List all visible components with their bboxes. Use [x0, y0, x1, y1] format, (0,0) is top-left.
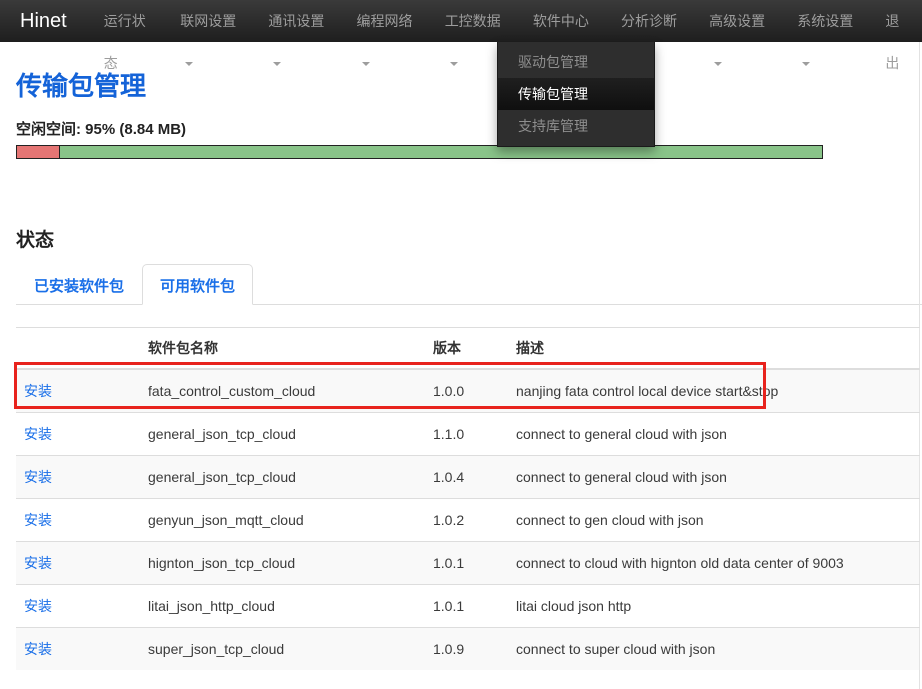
package-description: connect to gen cloud with json — [508, 499, 920, 542]
install-link[interactable]: 安装 — [24, 426, 52, 442]
package-description: nanjing fata control local device start&… — [508, 369, 920, 413]
nav-item[interactable]: 系统设置 — [782, 0, 870, 42]
header-version: 版本 — [425, 328, 508, 370]
package-version: 1.0.2 — [425, 499, 508, 542]
nav-item-label: 分析诊断 — [621, 13, 677, 29]
table-row: 安装 general_json_tcp_cloud 1.0.4 connect … — [16, 456, 920, 499]
install-link[interactable]: 安装 — [24, 598, 52, 614]
nav-item-label: 高级设置 — [709, 13, 765, 29]
table-row: 安装 litai_json_http_cloud 1.0.1 litai clo… — [16, 585, 920, 628]
header-name: 软件包名称 — [140, 328, 425, 370]
status-heading: 状态 — [16, 225, 922, 252]
nav-item[interactable]: 编程网络 — [342, 0, 430, 42]
nav-item-label: 系统设置 — [797, 13, 853, 29]
caret-down-icon — [362, 62, 370, 66]
package-version: 1.0.1 — [425, 542, 508, 585]
package-description: connect to super cloud with json — [508, 628, 920, 671]
nav-item[interactable]: 高级设置 — [694, 0, 782, 42]
package-description: connect to cloud with hignton old data c… — [508, 542, 920, 585]
package-version: 1.0.1 — [425, 585, 508, 628]
nav-item-label: 运行状态 — [104, 13, 146, 71]
storage-used-bar — [17, 146, 60, 158]
top-navbar: Hinet 运行状态 联网设置 通讯设置 编 — [0, 0, 922, 42]
nav-item-label: 软件中心 — [533, 13, 589, 29]
nav-item[interactable]: 软件中心 — [518, 0, 606, 42]
package-version: 1.1.0 — [425, 413, 508, 456]
nav-item[interactable]: 分析诊断 — [606, 0, 694, 42]
free-space-label: 空闲空间: 95% (8.84 MB) — [16, 118, 922, 139]
package-table: 软件包名称 版本 描述 安装 fata_control_custom_cloud… — [16, 327, 920, 670]
table-header-row: 软件包名称 版本 描述 — [16, 328, 920, 370]
package-version: 1.0.0 — [425, 369, 508, 413]
package-description: litai cloud json http — [508, 585, 920, 628]
nav-menu: 运行状态 联网设置 通讯设置 编程网络 — [89, 0, 922, 42]
nav-item-label: 编程网络 — [357, 13, 413, 29]
nav-item[interactable]: 退出 — [870, 0, 922, 42]
caret-down-icon — [450, 62, 458, 66]
caret-down-icon — [802, 62, 810, 66]
dropdown-item[interactable]: 驱动包管理 — [498, 46, 654, 78]
table-row: 安装 super_json_tcp_cloud 1.0.9 connect to… — [16, 628, 920, 671]
nav-item-label: 联网设置 — [180, 13, 236, 29]
nav-item-label: 退出 — [885, 13, 899, 71]
install-link[interactable]: 安装 — [24, 383, 52, 399]
package-version: 1.0.9 — [425, 628, 508, 671]
table-row: 安装 genyun_json_mqtt_cloud 1.0.2 connect … — [16, 499, 920, 542]
install-link[interactable]: 安装 — [24, 641, 52, 657]
storage-progress-bar — [16, 145, 823, 159]
package-name: general_json_tcp_cloud — [140, 456, 425, 499]
nav-item[interactable]: 工控数据 — [430, 0, 518, 42]
package-name: general_json_tcp_cloud — [140, 413, 425, 456]
brand-logo[interactable]: Hinet — [0, 0, 89, 42]
package-table-wrap: 软件包名称 版本 描述 安装 fata_control_custom_cloud… — [16, 327, 920, 670]
package-version: 1.0.4 — [425, 456, 508, 499]
nav-item[interactable]: 运行状态 — [89, 0, 166, 42]
nav-item-label: 通讯设置 — [268, 13, 324, 29]
header-install — [16, 328, 140, 370]
tab[interactable]: 已安装软件包 — [16, 264, 142, 305]
tab[interactable]: 可用软件包 — [142, 264, 253, 305]
package-name: fata_control_custom_cloud — [140, 369, 425, 413]
dropdown-item[interactable]: 支持库管理 — [498, 110, 654, 142]
package-name: hignton_json_tcp_cloud — [140, 542, 425, 585]
table-row: 安装 general_json_tcp_cloud 1.1.0 connect … — [16, 413, 920, 456]
storage-free-bar — [60, 146, 822, 158]
package-description: connect to general cloud with json — [508, 456, 920, 499]
install-link[interactable]: 安装 — [24, 469, 52, 485]
package-name: super_json_tcp_cloud — [140, 628, 425, 671]
dropdown-item[interactable]: 传输包管理 — [498, 78, 654, 110]
header-description: 描述 — [508, 328, 920, 370]
nav-item-label: 工控数据 — [445, 13, 501, 29]
package-name: genyun_json_mqtt_cloud — [140, 499, 425, 542]
caret-down-icon — [714, 62, 722, 66]
caret-down-icon — [273, 62, 281, 66]
software-center-dropdown: 驱动包管理 传输包管理 支持库管理 — [497, 42, 655, 147]
nav-item[interactable]: 联网设置 — [165, 0, 253, 42]
table-row: 安装 fata_control_custom_cloud 1.0.0 nanji… — [16, 369, 920, 413]
table-row: 安装 hignton_json_tcp_cloud 1.0.1 connect … — [16, 542, 920, 585]
package-tabs: 已安装软件包 可用软件包 — [16, 264, 922, 305]
install-link[interactable]: 安装 — [24, 555, 52, 571]
package-name: litai_json_http_cloud — [140, 585, 425, 628]
install-link[interactable]: 安装 — [24, 512, 52, 528]
nav-item[interactable]: 通讯设置 — [253, 0, 341, 42]
package-description: connect to general cloud with json — [508, 413, 920, 456]
caret-down-icon — [185, 62, 193, 66]
